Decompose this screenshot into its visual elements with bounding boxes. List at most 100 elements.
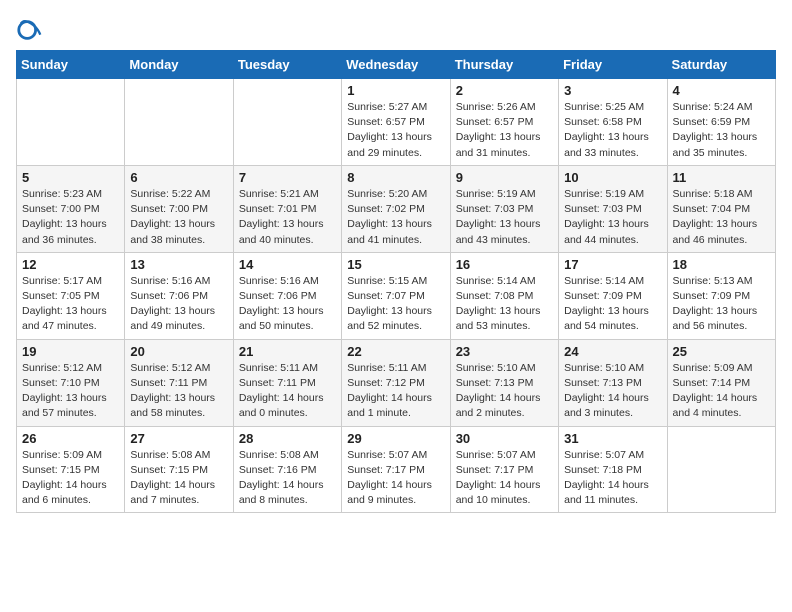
day-info: Sunrise: 5:12 AM Sunset: 7:11 PM Dayligh… bbox=[130, 361, 227, 422]
sunset-text: Sunset: 7:04 PM bbox=[673, 203, 751, 215]
sunrise-text: Sunrise: 5:20 AM bbox=[347, 188, 427, 200]
sunrise-text: Sunrise: 5:09 AM bbox=[673, 362, 753, 374]
day-number: 29 bbox=[347, 431, 444, 446]
sunrise-text: Sunrise: 5:12 AM bbox=[130, 362, 210, 374]
calendar-day-cell: 30 Sunrise: 5:07 AM Sunset: 7:17 PM Dayl… bbox=[450, 426, 558, 513]
header-wednesday: Wednesday bbox=[342, 51, 450, 79]
sunset-text: Sunset: 7:09 PM bbox=[673, 290, 751, 302]
sunrise-text: Sunrise: 5:11 AM bbox=[239, 362, 318, 374]
day-number: 3 bbox=[564, 83, 661, 98]
daylight-text: Daylight: 13 hours and 36 minutes. bbox=[22, 218, 107, 245]
day-number: 10 bbox=[564, 170, 661, 185]
sunrise-text: Sunrise: 5:09 AM bbox=[22, 449, 102, 461]
day-info: Sunrise: 5:11 AM Sunset: 7:12 PM Dayligh… bbox=[347, 361, 444, 422]
daylight-text: Daylight: 13 hours and 31 minutes. bbox=[456, 131, 541, 158]
daylight-text: Daylight: 13 hours and 38 minutes. bbox=[130, 218, 215, 245]
day-info: Sunrise: 5:12 AM Sunset: 7:10 PM Dayligh… bbox=[22, 361, 119, 422]
daylight-text: Daylight: 13 hours and 33 minutes. bbox=[564, 131, 649, 158]
daylight-text: Daylight: 14 hours and 9 minutes. bbox=[347, 479, 432, 506]
header-thursday: Thursday bbox=[450, 51, 558, 79]
calendar-day-cell: 7 Sunrise: 5:21 AM Sunset: 7:01 PM Dayli… bbox=[233, 165, 341, 252]
sunset-text: Sunset: 7:03 PM bbox=[564, 203, 642, 215]
calendar-day-cell: 31 Sunrise: 5:07 AM Sunset: 7:18 PM Dayl… bbox=[559, 426, 667, 513]
sunset-text: Sunset: 6:57 PM bbox=[347, 116, 425, 128]
calendar-day-cell: 14 Sunrise: 5:16 AM Sunset: 7:06 PM Dayl… bbox=[233, 252, 341, 339]
sunset-text: Sunset: 7:14 PM bbox=[673, 377, 751, 389]
sunrise-text: Sunrise: 5:10 AM bbox=[456, 362, 536, 374]
day-number: 9 bbox=[456, 170, 553, 185]
day-number: 7 bbox=[239, 170, 336, 185]
header-saturday: Saturday bbox=[667, 51, 775, 79]
sunrise-text: Sunrise: 5:10 AM bbox=[564, 362, 644, 374]
sunset-text: Sunset: 7:09 PM bbox=[564, 290, 642, 302]
sunset-text: Sunset: 7:17 PM bbox=[347, 464, 425, 476]
daylight-text: Daylight: 13 hours and 56 minutes. bbox=[673, 305, 758, 332]
sunrise-text: Sunrise: 5:16 AM bbox=[130, 275, 210, 287]
calendar-day-cell: 5 Sunrise: 5:23 AM Sunset: 7:00 PM Dayli… bbox=[17, 165, 125, 252]
sunset-text: Sunset: 7:13 PM bbox=[456, 377, 534, 389]
calendar-day-cell: 20 Sunrise: 5:12 AM Sunset: 7:11 PM Dayl… bbox=[125, 339, 233, 426]
day-info: Sunrise: 5:16 AM Sunset: 7:06 PM Dayligh… bbox=[130, 274, 227, 335]
sunset-text: Sunset: 7:07 PM bbox=[347, 290, 425, 302]
day-info: Sunrise: 5:07 AM Sunset: 7:17 PM Dayligh… bbox=[347, 448, 444, 509]
day-info: Sunrise: 5:10 AM Sunset: 7:13 PM Dayligh… bbox=[564, 361, 661, 422]
calendar-day-cell: 27 Sunrise: 5:08 AM Sunset: 7:15 PM Dayl… bbox=[125, 426, 233, 513]
daylight-text: Daylight: 14 hours and 10 minutes. bbox=[456, 479, 541, 506]
daylight-text: Daylight: 13 hours and 49 minutes. bbox=[130, 305, 215, 332]
calendar-day-cell: 9 Sunrise: 5:19 AM Sunset: 7:03 PM Dayli… bbox=[450, 165, 558, 252]
sunrise-text: Sunrise: 5:24 AM bbox=[673, 101, 753, 113]
calendar-day-cell bbox=[667, 426, 775, 513]
calendar-week-row: 5 Sunrise: 5:23 AM Sunset: 7:00 PM Dayli… bbox=[17, 165, 776, 252]
calendar-day-cell: 11 Sunrise: 5:18 AM Sunset: 7:04 PM Dayl… bbox=[667, 165, 775, 252]
calendar-day-cell bbox=[17, 79, 125, 166]
daylight-text: Daylight: 14 hours and 3 minutes. bbox=[564, 392, 649, 419]
day-info: Sunrise: 5:24 AM Sunset: 6:59 PM Dayligh… bbox=[673, 100, 770, 161]
sunset-text: Sunset: 7:13 PM bbox=[564, 377, 642, 389]
day-info: Sunrise: 5:09 AM Sunset: 7:15 PM Dayligh… bbox=[22, 448, 119, 509]
sunrise-text: Sunrise: 5:15 AM bbox=[347, 275, 427, 287]
sunset-text: Sunset: 7:05 PM bbox=[22, 290, 100, 302]
day-number: 4 bbox=[673, 83, 770, 98]
sunrise-text: Sunrise: 5:27 AM bbox=[347, 101, 427, 113]
day-number: 11 bbox=[673, 170, 770, 185]
calendar-day-cell: 19 Sunrise: 5:12 AM Sunset: 7:10 PM Dayl… bbox=[17, 339, 125, 426]
day-info: Sunrise: 5:22 AM Sunset: 7:00 PM Dayligh… bbox=[130, 187, 227, 248]
day-number: 31 bbox=[564, 431, 661, 446]
calendar-day-cell: 23 Sunrise: 5:10 AM Sunset: 7:13 PM Dayl… bbox=[450, 339, 558, 426]
calendar-week-row: 19 Sunrise: 5:12 AM Sunset: 7:10 PM Dayl… bbox=[17, 339, 776, 426]
daylight-text: Daylight: 14 hours and 11 minutes. bbox=[564, 479, 649, 506]
sunrise-text: Sunrise: 5:12 AM bbox=[22, 362, 102, 374]
day-number: 2 bbox=[456, 83, 553, 98]
sunset-text: Sunset: 7:01 PM bbox=[239, 203, 317, 215]
daylight-text: Daylight: 13 hours and 29 minutes. bbox=[347, 131, 432, 158]
day-info: Sunrise: 5:15 AM Sunset: 7:07 PM Dayligh… bbox=[347, 274, 444, 335]
sunrise-text: Sunrise: 5:19 AM bbox=[456, 188, 536, 200]
day-info: Sunrise: 5:11 AM Sunset: 7:11 PM Dayligh… bbox=[239, 361, 336, 422]
sunset-text: Sunset: 7:02 PM bbox=[347, 203, 425, 215]
calendar-day-cell: 28 Sunrise: 5:08 AM Sunset: 7:16 PM Dayl… bbox=[233, 426, 341, 513]
daylight-text: Daylight: 14 hours and 0 minutes. bbox=[239, 392, 324, 419]
sunrise-text: Sunrise: 5:22 AM bbox=[130, 188, 210, 200]
header-monday: Monday bbox=[125, 51, 233, 79]
day-info: Sunrise: 5:14 AM Sunset: 7:09 PM Dayligh… bbox=[564, 274, 661, 335]
day-info: Sunrise: 5:26 AM Sunset: 6:57 PM Dayligh… bbox=[456, 100, 553, 161]
sunset-text: Sunset: 7:00 PM bbox=[22, 203, 100, 215]
calendar-day-cell: 1 Sunrise: 5:27 AM Sunset: 6:57 PM Dayli… bbox=[342, 79, 450, 166]
daylight-text: Daylight: 14 hours and 6 minutes. bbox=[22, 479, 107, 506]
day-number: 18 bbox=[673, 257, 770, 272]
sunrise-text: Sunrise: 5:25 AM bbox=[564, 101, 644, 113]
day-info: Sunrise: 5:13 AM Sunset: 7:09 PM Dayligh… bbox=[673, 274, 770, 335]
calendar-day-cell: 26 Sunrise: 5:09 AM Sunset: 7:15 PM Dayl… bbox=[17, 426, 125, 513]
sunset-text: Sunset: 7:00 PM bbox=[130, 203, 208, 215]
day-number: 21 bbox=[239, 344, 336, 359]
sunset-text: Sunset: 7:06 PM bbox=[239, 290, 317, 302]
day-number: 20 bbox=[130, 344, 227, 359]
sunrise-text: Sunrise: 5:23 AM bbox=[22, 188, 102, 200]
weekday-header-row: Sunday Monday Tuesday Wednesday Thursday… bbox=[17, 51, 776, 79]
daylight-text: Daylight: 13 hours and 40 minutes. bbox=[239, 218, 324, 245]
sunrise-text: Sunrise: 5:13 AM bbox=[673, 275, 753, 287]
daylight-text: Daylight: 13 hours and 41 minutes. bbox=[347, 218, 432, 245]
header-friday: Friday bbox=[559, 51, 667, 79]
day-number: 30 bbox=[456, 431, 553, 446]
day-info: Sunrise: 5:14 AM Sunset: 7:08 PM Dayligh… bbox=[456, 274, 553, 335]
